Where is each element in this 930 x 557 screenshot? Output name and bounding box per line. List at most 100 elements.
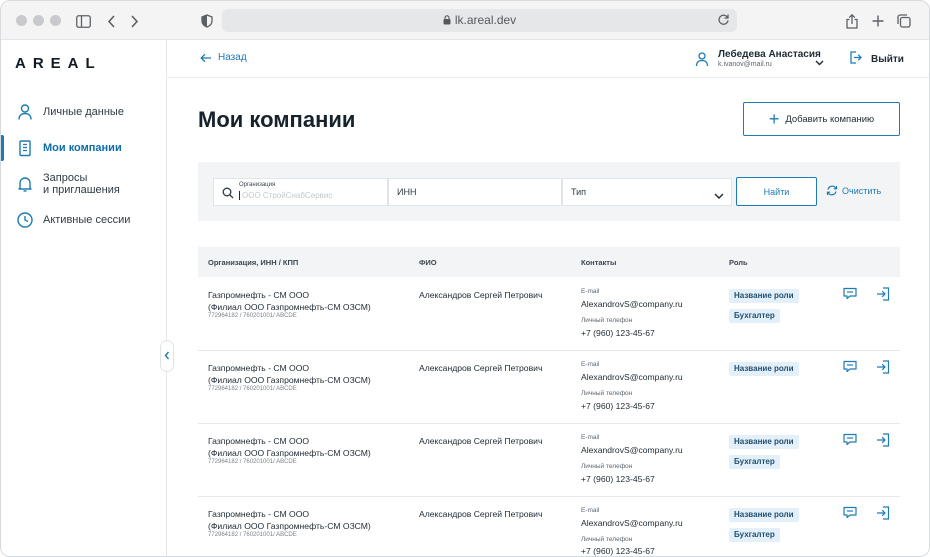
role-badge: Бухгалтер	[729, 528, 780, 542]
login-icon[interactable]	[876, 506, 890, 520]
person-fio: Александров Сергей Петрович	[419, 509, 543, 519]
logout-button[interactable]: Выйти	[849, 51, 904, 67]
type-placeholder: Тип	[571, 187, 587, 197]
url-text: lk.areal.dev	[222, 13, 737, 28]
organization-name-line1: Газпромнефть - СМ ООО	[208, 290, 310, 300]
organization-inn-kpp: 772964182 / 760201001/ ABCDE	[208, 532, 297, 538]
role-badge: Название роли	[729, 508, 799, 522]
email-value: AlexandrovS@company.ru	[581, 445, 683, 455]
window-zoom-dot[interactable]	[50, 15, 61, 26]
organization-inn-kpp: 772964182 / 760201001/ ABCDE	[208, 459, 297, 465]
message-icon[interactable]	[843, 287, 857, 301]
person-fio: Александров Сергей Петрович	[419, 363, 543, 373]
column-header-fio[interactable]: ФИО	[419, 258, 437, 267]
arrow-left-icon	[200, 53, 211, 62]
column-header-role[interactable]: Роль	[729, 258, 748, 267]
message-icon[interactable]	[843, 506, 857, 520]
sidebar-item-label: Активные сессии	[43, 214, 131, 226]
inn-field[interactable]: ИНН	[388, 178, 562, 206]
organization-name: Газпромнефть - СМ ООО (Филиал ООО Газпро…	[208, 508, 371, 532]
role-badge: Название роли	[729, 435, 799, 449]
sidebar-item-label: Запросы и приглашения	[43, 172, 120, 196]
login-icon[interactable]	[876, 360, 890, 374]
phone-value: +7 (960) 123-45-67	[581, 401, 655, 411]
shield-icon[interactable]	[197, 11, 217, 31]
phone-value: +7 (960) 123-45-67	[581, 328, 655, 338]
logout-icon	[849, 51, 862, 67]
organization-name-line1: Газпромнефть - СМ ООО	[208, 436, 310, 446]
sidebar-item-label: Личные данные	[43, 106, 124, 118]
organization-field[interactable]: Организация	[213, 178, 388, 206]
organization-inn-kpp: 772964182 / 760201001/ ABCDE	[208, 313, 297, 319]
share-icon[interactable]	[842, 11, 862, 31]
back-label: Назад	[218, 52, 247, 63]
phone-label: Личный телефон	[581, 390, 633, 397]
areal-logo[interactable]: AREAL	[15, 55, 102, 72]
organization-name-line2: (Филиал ООО Газпромнефть-СМ ОЗСМ)	[208, 375, 371, 385]
message-icon[interactable]	[843, 360, 857, 374]
clear-button[interactable]: Очистить	[826, 185, 881, 196]
table-row: Газпромнефть - СМ ООО (Филиал ООО Газпро…	[198, 278, 900, 351]
add-company-button[interactable]: + Добавить компанию	[743, 102, 900, 136]
login-icon[interactable]	[876, 433, 890, 447]
sidebar: AREAL Личные данные Мои компании Запросы…	[1, 40, 167, 556]
sidebar-item-label-line1: Запросы	[43, 172, 88, 184]
new-tab-icon[interactable]	[868, 11, 888, 31]
window-minimize-dot[interactable]	[33, 15, 44, 26]
person-fio: Александров Сергей Петрович	[419, 290, 543, 300]
browser-window: lk.areal.dev AREAL Личные данные Мои ком…	[0, 0, 930, 557]
login-icon[interactable]	[876, 287, 890, 301]
user-icon	[16, 103, 34, 121]
sidebar-item-requests[interactable]: Запросы и приглашения	[1, 171, 166, 197]
page-title: Мои компании	[198, 107, 356, 132]
sidebar-item-active-sessions[interactable]: Активные сессии	[1, 211, 166, 231]
organization-name-line2: (Филиал ООО Газпромнефть-СМ ОЗСМ)	[208, 302, 371, 312]
tabs-overview-icon[interactable]	[894, 11, 914, 31]
url-value: lk.areal.dev	[454, 13, 517, 27]
sidebar-item-my-companies[interactable]: Мои компании	[1, 139, 166, 159]
column-header-contacts[interactable]: Контакты	[581, 258, 616, 267]
find-button[interactable]: Найти	[736, 177, 817, 206]
role-badge: Название роли	[729, 362, 799, 376]
email-label: E-mail	[581, 434, 600, 441]
plus-icon: +	[768, 109, 780, 129]
type-select[interactable]: Тип	[562, 178, 732, 206]
clear-label: Очистить	[842, 185, 882, 196]
message-icon[interactable]	[843, 433, 857, 447]
sidebar-item-label-line2: и приглашения	[43, 184, 120, 196]
email-value: AlexandrovS@company.ru	[581, 299, 683, 309]
chevron-left-icon	[164, 347, 170, 365]
organization-name-line1: Газпромнефть - СМ ООО	[208, 509, 310, 519]
browser-toolbar: lk.areal.dev	[1, 1, 929, 40]
table-header: Организация, ИНН / КПП ФИО Контакты Роль	[198, 247, 900, 277]
inn-placeholder: ИНН	[397, 187, 417, 197]
building-icon	[16, 139, 34, 157]
window-close-dot[interactable]	[16, 15, 27, 26]
email-label: E-mail	[581, 288, 600, 295]
organization-inn-kpp: 772964182 / 760201001/ ABCDE	[208, 386, 297, 392]
table-row: Газпромнефть - СМ ООО (Филиал ООО Газпро…	[198, 497, 900, 556]
organization-name: Газпромнефть - СМ ООО (Филиал ООО Газпро…	[208, 362, 371, 386]
table-row: Газпромнефть - СМ ООО (Филиал ООО Газпро…	[198, 351, 900, 424]
sidebar-toggle-icon[interactable]	[73, 11, 93, 31]
user-avatar-icon	[694, 51, 710, 72]
organization-name-line2: (Филиал ООО Газпромнефть-СМ ОЗСМ)	[208, 448, 371, 458]
back-nav-icon[interactable]	[101, 11, 121, 31]
organization-input[interactable]	[239, 191, 379, 200]
person-fio: Александров Сергей Петрович	[419, 436, 543, 446]
back-link[interactable]: Назад	[200, 52, 247, 63]
organization-name: Газпромнефть - СМ ООО (Филиал ООО Газпро…	[208, 289, 371, 313]
forward-nav-icon[interactable]	[124, 11, 144, 31]
role-badge: Бухгалтер	[729, 309, 780, 323]
email-label: E-mail	[581, 507, 600, 514]
search-icon	[222, 186, 234, 204]
address-bar[interactable]: lk.areal.dev	[222, 9, 737, 32]
column-header-organization[interactable]: Организация, ИНН / КПП	[208, 258, 298, 267]
reload-icon[interactable]	[717, 13, 730, 31]
sidebar-item-personal-data[interactable]: Личные данные	[1, 103, 166, 123]
phone-value: +7 (960) 123-45-67	[581, 474, 655, 484]
sidebar-collapse-button[interactable]	[160, 340, 174, 372]
chevron-down-icon	[815, 53, 824, 71]
user-name: Лебедева Анастасия	[718, 49, 821, 60]
sidebar-item-label: Мои компании	[43, 142, 122, 154]
